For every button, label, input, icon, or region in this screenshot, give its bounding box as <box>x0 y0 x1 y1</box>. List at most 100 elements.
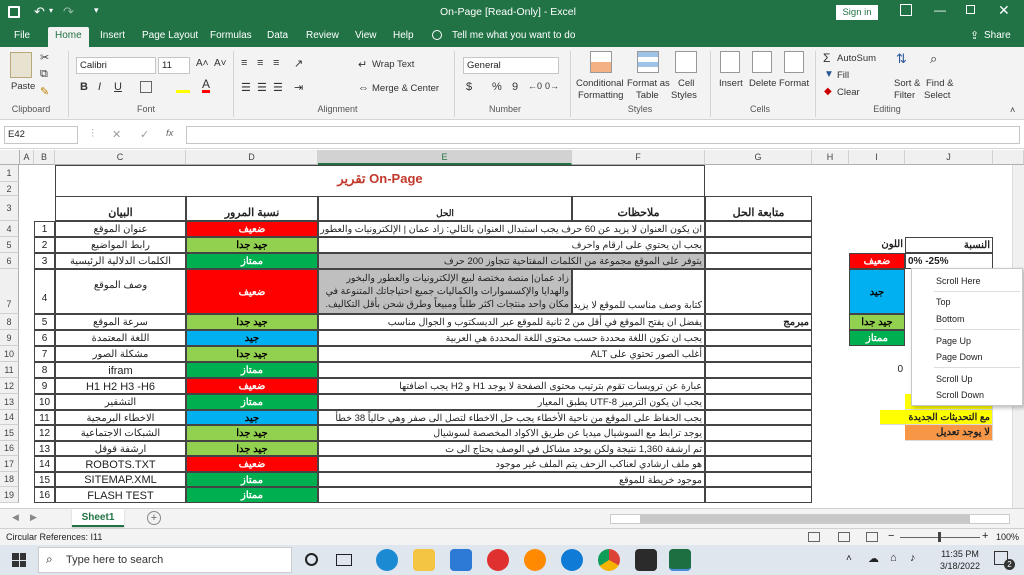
pass-rate-badge[interactable]: جيد جدا <box>186 425 318 441</box>
item-label[interactable]: مشكلة الصور <box>55 346 186 362</box>
row-number[interactable]: 15 <box>34 472 55 487</box>
align-middle-icon[interactable]: ≡ <box>257 57 263 69</box>
tab-page-layout[interactable]: Page Layout <box>138 25 202 47</box>
follow-up-cell[interactable] <box>705 269 812 314</box>
menu-item-scroll-up[interactable]: Scroll Up <box>936 374 973 384</box>
row-number[interactable]: 9 <box>34 378 55 394</box>
confirm-entry-icon[interactable]: ✓ <box>140 128 149 141</box>
solution-text[interactable]: يجب ان يكون الترميز UTF-8 يطبق المعيار <box>318 394 705 410</box>
excel-taskbar-icon[interactable] <box>669 549 691 571</box>
indent-icon[interactable]: ⇥ <box>294 81 303 94</box>
follow-up-cell[interactable] <box>705 410 812 425</box>
solution-text[interactable] <box>318 487 705 503</box>
spreadsheet-grid[interactable]: A B C D E F G H I J 1 2 3 4 5 6 7 8 9 10… <box>0 150 1024 508</box>
redo-icon[interactable]: ↷ <box>63 4 74 20</box>
fill-color-icon[interactable] <box>176 81 190 93</box>
paste-icon[interactable] <box>10 52 32 78</box>
conditional-formatting-label-2[interactable]: Formatting <box>578 90 623 101</box>
italic-button[interactable]: I <box>98 81 101 93</box>
edge-beta-icon[interactable] <box>561 549 583 571</box>
opera-icon[interactable] <box>487 549 509 571</box>
number-format-select[interactable]: General <box>463 57 559 74</box>
next-sheet-icon[interactable]: ▶ <box>30 512 37 523</box>
formula-input[interactable] <box>186 126 1020 144</box>
font-size-select[interactable]: 11 <box>158 57 190 74</box>
column-header[interactable]: J <box>905 150 993 165</box>
restore-icon[interactable] <box>966 5 975 14</box>
solution-text[interactable]: تم ارشفة 1,360 نتيجة ولكن يوجد مشاكل في … <box>318 441 705 456</box>
row-header[interactable]: 11 <box>0 362 19 378</box>
solution-text[interactable]: يتوفر على الموقع مجموعة من الكلمات المفت… <box>318 253 705 269</box>
undo-dropdown-icon[interactable]: ▾ <box>49 6 53 15</box>
row-number[interactable]: 3 <box>34 253 55 269</box>
row-header[interactable]: 5 <box>0 237 19 253</box>
row-header[interactable]: 18 <box>0 472 19 487</box>
follow-up-cell[interactable] <box>705 362 812 378</box>
follow-up-cell[interactable] <box>705 378 812 394</box>
row-number[interactable]: 8 <box>34 362 55 378</box>
collapse-ribbon-icon[interactable]: ˄ <box>1010 105 1015 115</box>
item-label[interactable]: الاخطاء البرمجية <box>55 410 186 425</box>
item-label[interactable]: اللغة المعتمدة <box>55 330 186 346</box>
row-header[interactable]: 3 <box>0 196 19 221</box>
select-all-button[interactable] <box>0 150 20 165</box>
autosum-icon[interactable]: Σ <box>823 51 830 65</box>
row-header[interactable]: 6 <box>0 253 19 269</box>
percent-button[interactable]: % <box>492 81 502 93</box>
item-label[interactable]: SITEMAP.XML <box>55 472 186 487</box>
menu-item-top[interactable]: Top <box>936 297 951 307</box>
clear-icon[interactable]: ◆ <box>824 86 832 97</box>
pass-rate-badge[interactable]: جيد جدا <box>186 441 318 456</box>
zoom-level[interactable]: 100% <box>996 532 1019 542</box>
decrease-decimal-icon[interactable]: 0→ <box>545 81 559 91</box>
item-label[interactable]: H1 H2 H3 -H6 <box>55 378 186 394</box>
save-icon[interactable] <box>8 6 20 18</box>
row-number[interactable]: 7 <box>34 346 55 362</box>
new-sheet-button[interactable]: + <box>147 511 161 525</box>
pass-rate-badge[interactable]: جيد جدا <box>186 237 318 253</box>
pass-rate-badge[interactable]: جيد جدا <box>186 314 318 330</box>
cut-icon[interactable]: ✂ <box>40 51 49 64</box>
pass-rate-badge[interactable]: ضعيف <box>186 221 318 237</box>
edge-icon[interactable] <box>376 549 398 571</box>
pass-rate-badge[interactable]: ممتاز <box>186 487 318 503</box>
row-number[interactable]: 11 <box>34 410 55 425</box>
page-layout-view-icon[interactable] <box>838 532 850 542</box>
solution-text[interactable]: يوجد ترابط مع السوشيال ميديا عن طريق الا… <box>318 425 705 441</box>
find-select-label-2[interactable]: Select <box>924 90 950 101</box>
pass-rate-badge[interactable]: جيد <box>186 330 318 346</box>
insert-function-icon[interactable]: fx <box>166 128 173 139</box>
pass-rate-badge[interactable]: ممتاز <box>186 253 318 269</box>
insert-cells-button[interactable]: Insert <box>719 78 743 89</box>
follow-up-cell[interactable] <box>705 441 812 456</box>
format-as-table-icon[interactable] <box>637 51 659 73</box>
column-header[interactable]: D <box>186 150 318 165</box>
follow-up-cell[interactable] <box>705 221 812 237</box>
tray-overflow-icon[interactable]: ˄ <box>846 553 852 564</box>
pass-rate-badge[interactable]: جيد <box>186 410 318 425</box>
insert-cells-icon[interactable] <box>720 51 740 73</box>
taskbar-time[interactable]: 11:35 PM <box>938 549 982 559</box>
row-header[interactable]: 9 <box>0 330 19 346</box>
delete-cells-button[interactable]: Delete <box>749 78 776 89</box>
row-number[interactable]: 12 <box>34 425 55 441</box>
borders-icon[interactable] <box>140 81 152 93</box>
normal-view-icon[interactable] <box>808 532 820 542</box>
close-icon[interactable]: ✕ <box>998 2 1010 19</box>
column-header[interactable]: A <box>20 150 34 165</box>
row-number[interactable]: 10 <box>34 394 55 410</box>
delete-cells-icon[interactable] <box>752 51 772 73</box>
column-header[interactable] <box>993 150 1024 165</box>
row-number[interactable]: 5 <box>34 314 55 330</box>
solution-text[interactable]: عبارة عن ترويسات تقوم بترتيب محتوى الصفح… <box>318 378 705 394</box>
solution-text[interactable]: أغلب الصور تحتوي على ALT <box>318 346 705 362</box>
menu-item-page-up[interactable]: Page Up <box>936 336 971 346</box>
comma-button[interactable]: 9 <box>512 81 518 93</box>
sort-filter-icon[interactable]: ⇅ <box>896 51 907 67</box>
format-as-table-label-2[interactable]: Table <box>636 90 659 101</box>
item-label[interactable]: ارشفة قوقل <box>55 441 186 456</box>
zoom-in-button[interactable]: + <box>982 530 988 542</box>
follow-up-cell[interactable] <box>705 237 812 253</box>
onedrive-icon[interactable]: ☁ <box>868 552 879 565</box>
align-center-icon[interactable]: ☰ <box>257 81 267 94</box>
